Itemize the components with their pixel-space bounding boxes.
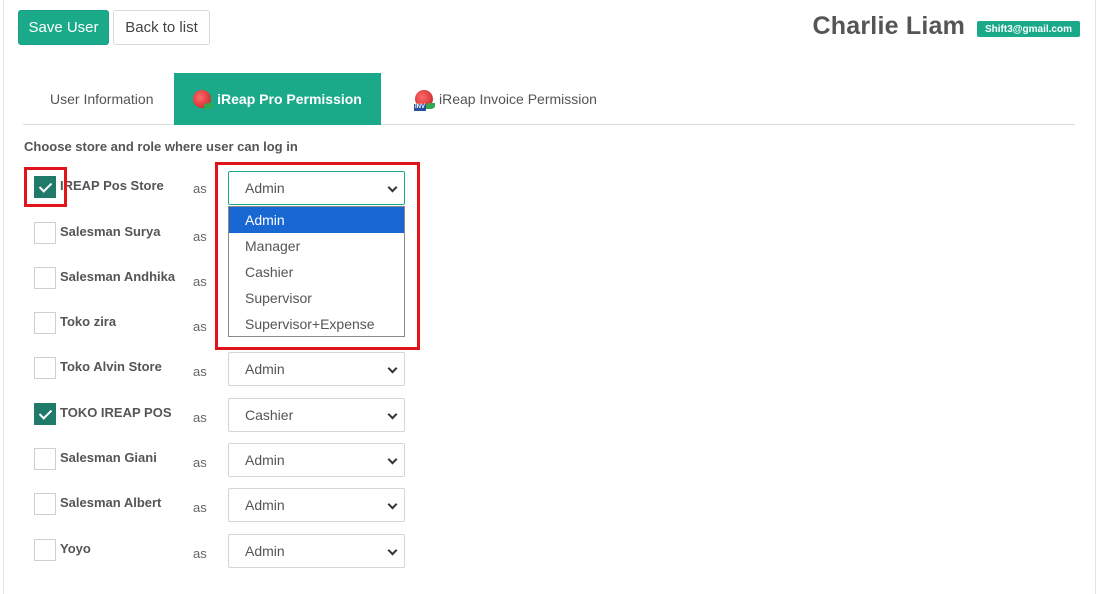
section-title: Choose store and role where user can log…: [24, 139, 298, 154]
as-label: as: [193, 364, 207, 379]
email-badge: Shift3@gmail.com: [977, 21, 1080, 37]
role-select[interactable]: Admin: [228, 352, 405, 386]
role-select[interactable]: Admin: [228, 443, 405, 477]
chevron-down-icon: [387, 545, 398, 556]
store-name: Yoyo: [60, 541, 91, 556]
store-checkbox[interactable]: [34, 403, 56, 425]
tab-user-information[interactable]: User Information: [50, 73, 153, 125]
tab-label: iReap Invoice Permission: [439, 91, 597, 107]
store-row: TOKO IREAP POS as Cashier: [0, 398, 420, 432]
as-label: as: [193, 181, 207, 196]
chevron-down-icon: [387, 454, 398, 465]
role-select-value: Admin: [245, 180, 285, 196]
store-name: Salesman Giani: [60, 450, 157, 465]
chevron-down-icon: [387, 182, 398, 193]
tab-ireap-invoice-permission[interactable]: INV iReap Invoice Permission: [414, 73, 597, 125]
role-dropdown-list[interactable]: Admin Manager Cashier Supervisor Supervisor+…: [228, 206, 405, 337]
store-name: Salesman Albert: [60, 495, 162, 510]
store-checkbox[interactable]: [34, 222, 56, 244]
ireap-invoice-icon: INV: [414, 90, 435, 111]
role-select[interactable]: Admin: [228, 488, 405, 522]
role-option[interactable]: Cashier: [229, 259, 404, 285]
role-select[interactable]: Admin: [228, 171, 405, 205]
chevron-down-icon: [387, 363, 398, 374]
as-label: as: [193, 455, 207, 470]
role-option[interactable]: Supervisor+Expense: [229, 311, 404, 337]
store-name: Toko zira: [60, 314, 117, 329]
store-row: Salesman Giani as Admin: [0, 443, 420, 477]
as-label: as: [193, 546, 207, 561]
role-select[interactable]: Cashier: [228, 398, 405, 432]
tab-label: User Information: [50, 91, 154, 107]
store-checkbox[interactable]: [34, 493, 56, 515]
tab-label: iReap Pro Permission: [217, 91, 362, 107]
role-select[interactable]: Admin: [228, 534, 405, 568]
as-label: as: [193, 500, 207, 515]
store-name: Salesman Surya: [60, 224, 161, 239]
store-checkbox[interactable]: [34, 448, 56, 470]
ireap-pro-icon: [193, 90, 214, 109]
store-name: TOKO IREAP POS: [60, 405, 172, 420]
store-row: Toko Alvin Store as Admin: [0, 352, 420, 386]
role-option[interactable]: Supervisor: [229, 285, 404, 311]
as-label: as: [193, 319, 207, 334]
store-name: Toko Alvin Store: [60, 359, 162, 374]
store-row: IREAP Pos Store as Admin: [0, 171, 420, 205]
store-name: IREAP Pos Store: [60, 178, 164, 193]
store-row: Yoyo as Admin: [0, 534, 420, 568]
chevron-down-icon: [387, 499, 398, 510]
store-checkbox[interactable]: [34, 312, 56, 334]
role-select-value: Admin: [245, 543, 285, 559]
save-user-button[interactable]: Save User: [18, 10, 109, 45]
store-checkbox[interactable]: [34, 539, 56, 561]
role-option[interactable]: Manager: [229, 233, 404, 259]
store-checkbox[interactable]: [34, 357, 56, 379]
tab-ireap-pro-permission[interactable]: iReap Pro Permission: [174, 73, 381, 125]
user-name: Charlie Liam: [812, 12, 965, 40]
chevron-down-icon: [387, 409, 398, 420]
as-label: as: [193, 274, 207, 289]
store-name: Salesman Andhika: [60, 269, 176, 284]
role-select-value: Admin: [245, 497, 285, 513]
role-option[interactable]: Admin: [229, 207, 404, 233]
permission-tabs: User Information iReap Pro Permission IN…: [23, 73, 1075, 125]
store-checkbox[interactable]: [34, 176, 56, 198]
back-to-list-button[interactable]: Back to list: [113, 10, 210, 45]
as-label: as: [193, 229, 207, 244]
role-select-value: Admin: [245, 452, 285, 468]
role-select-value: Admin: [245, 361, 285, 377]
store-row: Salesman Albert as Admin: [0, 488, 420, 522]
role-select-value: Cashier: [245, 407, 294, 423]
store-checkbox[interactable]: [34, 267, 56, 289]
as-label: as: [193, 410, 207, 425]
